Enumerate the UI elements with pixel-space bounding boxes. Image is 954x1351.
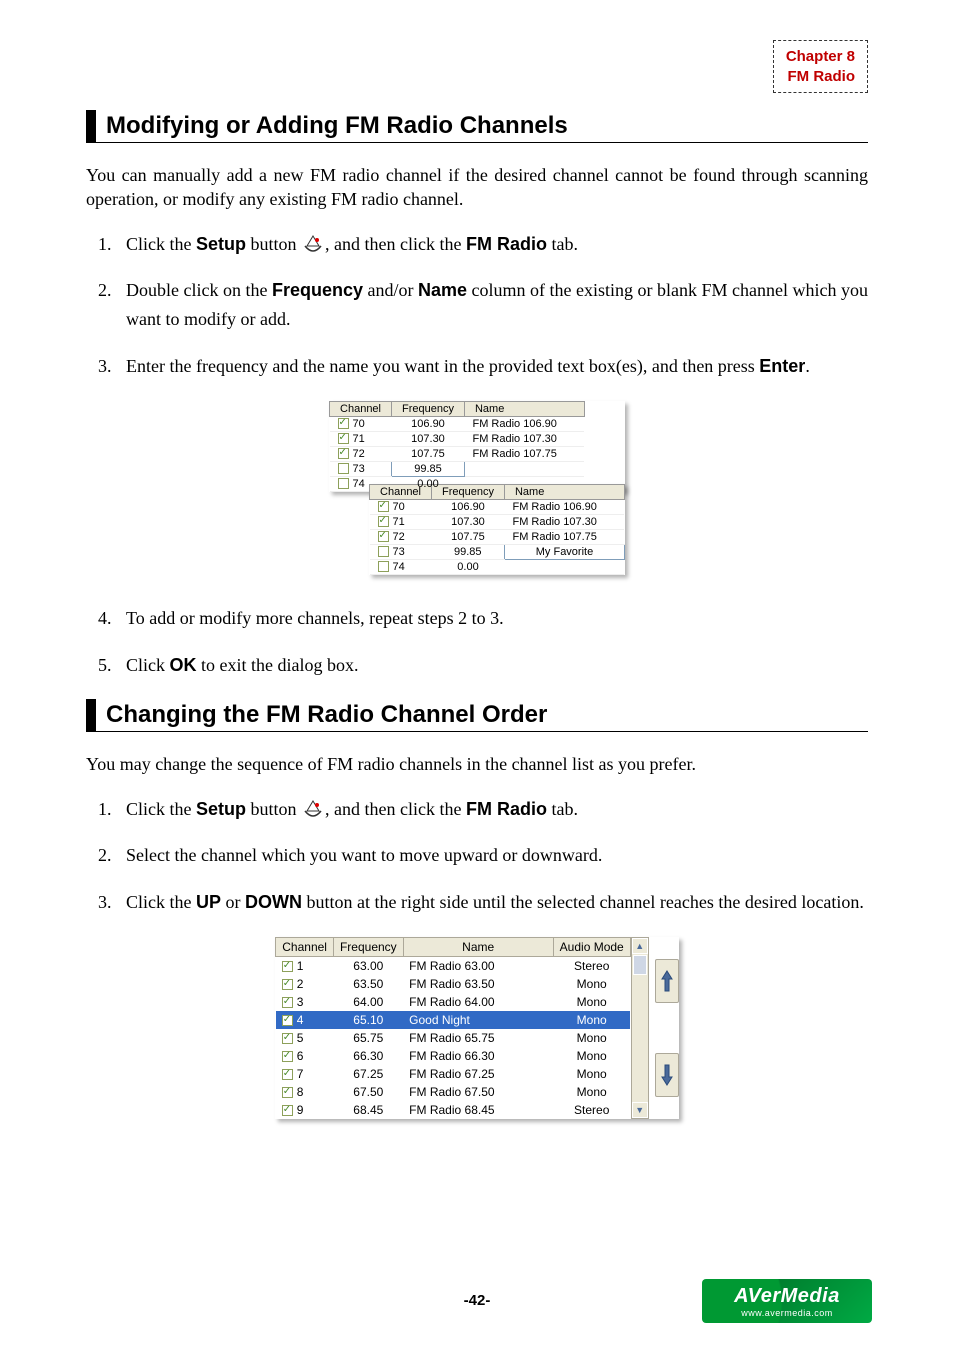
table-row[interactable]: 740.00	[370, 559, 625, 574]
checkbox-icon[interactable]	[378, 561, 389, 572]
checkbox-icon[interactable]	[282, 997, 293, 1008]
chapter-title: FM Radio	[786, 67, 855, 87]
scroll-up-icon[interactable]: ▲	[632, 938, 648, 954]
table-row[interactable]: 364.00FM Radio 64.00Mono	[276, 993, 630, 1011]
checkbox-icon[interactable]	[282, 1105, 293, 1116]
table-row[interactable]: 7399.85	[330, 461, 585, 476]
checkbox-icon[interactable]	[378, 501, 389, 512]
table-row[interactable]: 72107.75FM Radio 107.75	[370, 529, 625, 544]
table-row[interactable]: 465.10Good NightMono	[276, 1011, 630, 1029]
s1-step3: 3. Enter the frequency and the name you …	[126, 352, 868, 381]
checkbox-icon[interactable]	[338, 433, 349, 444]
checkbox-icon[interactable]	[282, 1087, 293, 1098]
s1-step5: 5. Click OK to exit the dialog box.	[126, 651, 868, 680]
table-row[interactable]: 666.30FM Radio 66.30Mono	[276, 1047, 630, 1065]
checkbox-icon[interactable]	[282, 979, 293, 990]
scroll-down-icon[interactable]: ▼	[632, 1102, 648, 1118]
avermedia-logo: AVerMedia www.avermedia.com	[702, 1279, 872, 1323]
table-row[interactable]: 70106.90FM Radio 106.90	[370, 499, 625, 514]
table-row[interactable]: 163.00FM Radio 63.00Stereo	[276, 957, 630, 976]
checkbox-icon[interactable]	[282, 1033, 293, 1044]
checkbox-icon[interactable]	[338, 418, 349, 429]
channel-order-table[interactable]: Channel Frequency Name Audio Mode 163.00…	[275, 937, 630, 1119]
s2-step1: 1. Click the Setup button , and then cli…	[126, 795, 868, 824]
s1-step4: 4. To add or modify more channels, repea…	[126, 604, 868, 633]
table-row[interactable]: 70106.90FM Radio 106.90	[330, 416, 585, 431]
checkbox-icon[interactable]	[282, 1051, 293, 1062]
checkbox-icon[interactable]	[338, 448, 349, 459]
figure-1: Channel Frequency Name 70106.90FM Radio …	[86, 401, 868, 580]
channel-table-freq-edit[interactable]: Channel Frequency Name 70106.90FM Radio …	[329, 401, 585, 492]
setup-icon	[301, 799, 325, 819]
checkbox-icon[interactable]	[378, 546, 389, 557]
setup-icon	[301, 234, 325, 254]
s2-step3: 3. Click the UP or DOWN button at the ri…	[126, 888, 868, 917]
table-row[interactable]: 71107.30FM Radio 107.30	[370, 514, 625, 529]
scrollbar[interactable]: ▲ ▼	[631, 937, 649, 1119]
move-down-button[interactable]	[655, 1053, 679, 1097]
section2-intro: You may change the sequence of FM radio …	[86, 752, 868, 776]
section-title-2: Changing the FM Radio Channel Order	[86, 699, 868, 732]
table-row[interactable]: 565.75FM Radio 65.75Mono	[276, 1029, 630, 1047]
section-title-1: Modifying or Adding FM Radio Channels	[86, 110, 868, 143]
table-row[interactable]: 7399.85My Favorite	[370, 544, 625, 559]
table-row[interactable]: 767.25FM Radio 67.25Mono	[276, 1065, 630, 1083]
checkbox-icon[interactable]	[338, 478, 349, 489]
s2-step2: 2. Select the channel which you want to …	[126, 841, 868, 870]
scroll-thumb[interactable]	[633, 955, 647, 975]
checkbox-icon[interactable]	[378, 531, 389, 542]
section1-intro: You can manually add a new FM radio chan…	[86, 163, 868, 212]
s1-step1: 1. Click the Setup button , and then cli…	[126, 230, 868, 259]
table-row[interactable]: 867.50FM Radio 67.50Mono	[276, 1083, 630, 1101]
chapter-label: Chapter 8	[786, 47, 855, 67]
table-row[interactable]: 71107.30FM Radio 107.30	[330, 431, 585, 446]
checkbox-icon[interactable]	[282, 1015, 293, 1026]
chapter-header: Chapter 8 FM Radio	[773, 40, 868, 93]
checkbox-icon[interactable]	[378, 516, 389, 527]
s1-step2: 2. Double click on the Frequency and/or …	[126, 276, 868, 334]
table-row[interactable]: 263.50FM Radio 63.50Mono	[276, 975, 630, 993]
figure-2: Channel Frequency Name Audio Mode 163.00…	[86, 937, 868, 1119]
checkbox-icon[interactable]	[338, 463, 349, 474]
channel-table-name-edit[interactable]: Channel Frequency Name 70106.90FM Radio …	[369, 484, 625, 575]
checkbox-icon[interactable]	[282, 961, 293, 972]
table-row[interactable]: 72107.75FM Radio 107.75	[330, 446, 585, 461]
table-row[interactable]: 968.45FM Radio 68.45Stereo	[276, 1101, 630, 1119]
checkbox-icon[interactable]	[282, 1069, 293, 1080]
move-up-button[interactable]	[655, 959, 679, 1003]
